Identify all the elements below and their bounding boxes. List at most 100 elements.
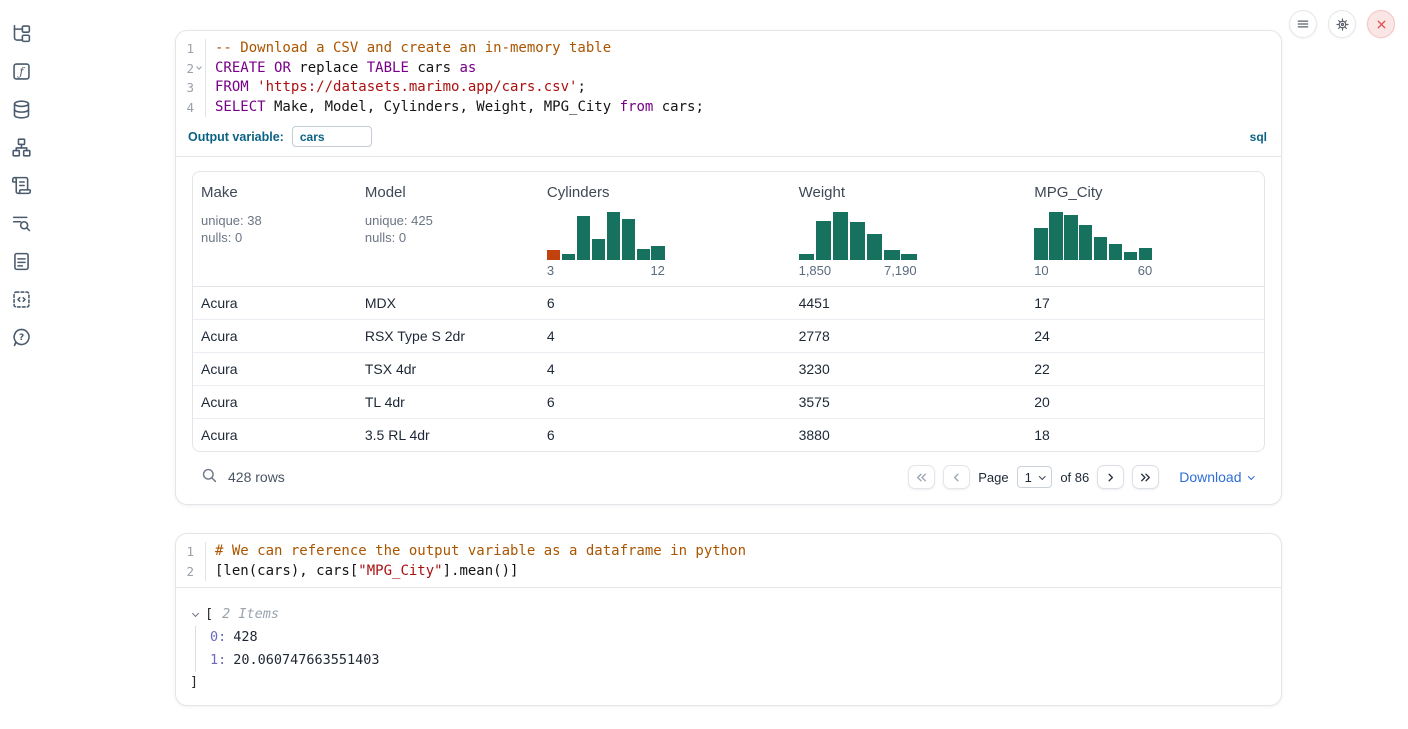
histogram-bar xyxy=(562,254,575,260)
snippets-icon[interactable] xyxy=(11,288,33,310)
histogram-bar xyxy=(1139,248,1152,260)
prev-page-button[interactable] xyxy=(943,465,970,489)
histogram-bar xyxy=(607,212,620,260)
histogram-bar xyxy=(901,254,917,260)
column-header[interactable]: Weight1,8507,190 xyxy=(791,172,1027,286)
histogram-bar xyxy=(1064,215,1077,260)
function-icon[interactable]: ƒ xyxy=(11,60,33,82)
shutdown-icon[interactable] xyxy=(1367,10,1395,38)
database-icon[interactable] xyxy=(11,98,33,120)
output-variable-input[interactable] xyxy=(292,126,372,147)
page-total-label: of 86 xyxy=(1060,470,1089,485)
search-icon[interactable] xyxy=(198,466,220,488)
code-line: 2 [len(cars), cars["MPG_City"].mean()] xyxy=(176,562,1281,582)
row-count: 428 rows xyxy=(228,469,285,485)
column-stat: nulls: 0 xyxy=(365,229,531,246)
menu-icon[interactable] xyxy=(1289,10,1317,38)
collapse-icon[interactable] xyxy=(190,613,200,616)
code-text: CREATE OR replace TABLE cars as xyxy=(206,59,476,79)
list-item: 0:428 xyxy=(210,626,1267,649)
chevron-down-icon xyxy=(196,64,202,70)
table-cell: 3230 xyxy=(791,353,1027,385)
topbar-actions xyxy=(1289,10,1395,38)
file-tree-icon[interactable] xyxy=(11,22,33,44)
histogram-max-label: 7,190 xyxy=(884,263,917,278)
download-button[interactable]: Download xyxy=(1179,469,1253,485)
sql-cell: 1 -- Download a CSV and create an in-memo… xyxy=(175,30,1282,505)
item-value: 20.060747663551403 xyxy=(233,652,379,668)
sidebar: ƒ ? xyxy=(0,0,44,729)
column-name: Model xyxy=(365,184,531,201)
line-number: 4 xyxy=(186,98,194,118)
page-select[interactable]: 1 xyxy=(1017,466,1053,488)
histogram-bar xyxy=(1034,228,1047,260)
line-number: 2 xyxy=(186,562,194,582)
line-gutter: 4 xyxy=(176,98,206,118)
code-token: [len(cars), cars[ xyxy=(215,563,358,579)
code-text: FROM 'https://datasets.marimo.app/cars.c… xyxy=(206,78,586,98)
histogram xyxy=(547,212,665,260)
item-key: 0: xyxy=(210,629,226,645)
item-key: 1: xyxy=(210,652,226,668)
column-header[interactable]: MPG_City1060 xyxy=(1026,172,1264,286)
histogram-bar xyxy=(637,249,650,260)
histogram-bar xyxy=(833,212,849,260)
code-text: [len(cars), cars["MPG_City"].mean()] xyxy=(206,562,518,582)
tree-root: [ 2 Items xyxy=(190,603,1267,625)
sql-meta-bar: Output variable: sql xyxy=(176,123,1281,156)
histogram-labels: 312 xyxy=(547,263,665,278)
code-token: from xyxy=(620,99,654,115)
line-number: 3 xyxy=(186,78,194,98)
settings-icon[interactable] xyxy=(1328,10,1356,38)
scratchpad-icon[interactable] xyxy=(11,174,33,196)
code-token: ].mean()] xyxy=(443,563,519,579)
histogram-bar xyxy=(651,246,664,260)
svg-text:?: ? xyxy=(19,332,24,343)
line-gutter: 1 xyxy=(176,542,206,562)
open-bracket: [ xyxy=(205,603,213,625)
chevron-down-icon xyxy=(1248,473,1254,479)
table-cell: RSX Type S 2dr xyxy=(357,320,539,352)
list-item: 1: 20.060747663551403 xyxy=(210,649,1267,672)
histogram-labels: 1060 xyxy=(1034,263,1152,278)
column-name: Cylinders xyxy=(547,184,783,201)
dependency-graph-icon[interactable] xyxy=(11,136,33,158)
column-stat: unique: 38 xyxy=(201,212,349,229)
table-cell: Acura xyxy=(193,353,357,385)
download-label: Download xyxy=(1179,469,1241,485)
line-gutter: 3 xyxy=(176,78,206,98)
table-footer: 428 rows Page 1 of 86 xyxy=(192,452,1265,498)
code-token: # We can reference the output variable a… xyxy=(215,543,746,559)
python-code-editor[interactable]: 1 # We can reference the output variable … xyxy=(176,534,1281,587)
histogram-bar xyxy=(1049,212,1062,260)
line-gutter: 2 xyxy=(176,59,206,79)
code-token: 'https://datasets.marimo.app/cars.csv' xyxy=(257,79,577,95)
column-header[interactable]: Makeunique: 38nulls: 0 xyxy=(193,172,357,286)
histogram-labels: 1,8507,190 xyxy=(799,263,917,278)
code-token: TABLE xyxy=(367,60,409,76)
first-page-button[interactable] xyxy=(908,465,935,489)
help-icon[interactable]: ? xyxy=(11,326,33,348)
table-cell: 3880 xyxy=(791,419,1027,451)
histogram xyxy=(1034,212,1152,260)
histogram-max-label: 60 xyxy=(1138,263,1152,278)
code-line: 1-- Download a CSV and create an in-memo… xyxy=(176,39,1281,59)
logs-icon[interactable] xyxy=(11,212,33,234)
fold-icon[interactable] xyxy=(194,67,203,69)
tree-items: 0:428 1: 20.060747663551403 xyxy=(195,626,1267,672)
code-token: -- Download a CSV and create an in-memor… xyxy=(215,40,611,56)
histogram-bar xyxy=(1079,225,1092,260)
histogram-bar xyxy=(577,216,590,260)
histogram-min-label: 3 xyxy=(547,263,554,278)
code-line: 4SELECT Make, Model, Cylinders, Weight, … xyxy=(176,98,1281,118)
column-header[interactable]: Modelunique: 425nulls: 0 xyxy=(357,172,539,286)
code-line: 3 FROM 'https://datasets.marimo.app/cars.… xyxy=(176,78,1281,98)
sql-code-editor[interactable]: 1-- Download a CSV and create an in-memo… xyxy=(176,31,1281,123)
next-page-button[interactable] xyxy=(1097,465,1124,489)
table-cell: TL 4dr xyxy=(357,386,539,418)
document-icon[interactable] xyxy=(11,250,33,272)
last-page-button[interactable] xyxy=(1132,465,1159,489)
column-header[interactable]: Cylinders 312 xyxy=(539,172,791,286)
code-token xyxy=(266,60,274,76)
code-token: OR xyxy=(274,60,291,76)
